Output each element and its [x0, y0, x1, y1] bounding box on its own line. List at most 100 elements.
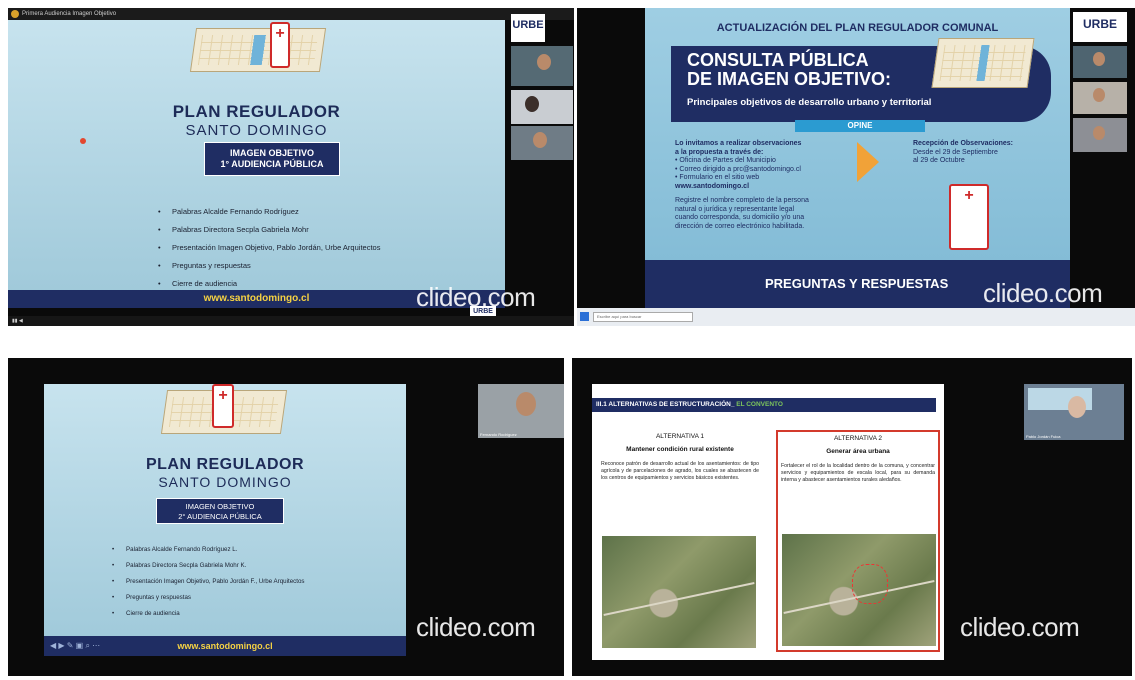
instruction-item: • Formulario en el sitio web	[675, 174, 760, 181]
urban-area-outline	[852, 564, 888, 604]
participant-face	[537, 54, 551, 70]
audience-badge: IMAGEN OBJETIVO 2° AUDIENCIA PÚBLICA	[156, 498, 284, 524]
taskbar: Escribe aquí para buscar	[577, 308, 1135, 326]
participant-name: Pablo Jordán Fuica	[1026, 434, 1061, 439]
participant-face	[1093, 126, 1105, 140]
badge-line-1: IMAGEN OBJETIVO	[185, 502, 255, 511]
urbe-logo: URBE	[511, 14, 545, 42]
instruction-note: Registre el nombre completo de la person…	[675, 197, 809, 204]
video-frame-4: III.1 ALTERNATIVAS DE ESTRUCTURACIÓN_ EL…	[572, 358, 1132, 676]
slide-title: PLAN REGULADOR	[145, 456, 305, 473]
participant-video[interactable]	[1073, 46, 1127, 78]
app-logo-icon	[11, 10, 19, 18]
instruction-item: • Correo dirigido a prc@santodomingo.cl	[675, 165, 801, 173]
urbe-logo: URBE	[1073, 12, 1127, 42]
slide-subtitle: SANTO DOMINGO	[158, 474, 292, 490]
reception-date: al 29 de Octubre	[913, 157, 965, 164]
instruction-note: natural o jurídica y representante legal	[675, 205, 795, 213]
arrow-right-icon	[857, 142, 879, 182]
alternative-title: ALTERNATIVA 1	[655, 433, 705, 440]
slide-title-text: III.1 ALTERNATIVAS DE ESTRUCTURACIÓN_	[596, 401, 735, 408]
participant-face	[516, 392, 536, 416]
alternative-subtitle: Generar área urbana	[826, 448, 890, 455]
presentation-slide: PLAN REGULADOR SANTO DOMINGO IMAGEN OBJE…	[8, 20, 505, 308]
window-title: Primera Audiencia Imagen Objetivo	[22, 11, 117, 17]
badge-line-2: 1° AUDIENCIA PÚBLICA	[220, 159, 324, 169]
badge-line-2: 2° AUDIENCIA PÚBLICA	[178, 512, 262, 521]
agenda-item: Preguntas y respuestas	[158, 257, 380, 275]
participant-face	[525, 96, 539, 112]
municipal-logo-icon	[270, 22, 290, 68]
slide-title: III.1 ALTERNATIVAS DE ESTRUCTURACIÓN_ EL…	[592, 398, 936, 412]
instruction-intro: Lo invitamos a realizar observaciones	[675, 140, 802, 147]
instruction-note: dirección de correo electrónico habilita…	[675, 222, 805, 230]
watermark: clideo.com	[983, 278, 1103, 308]
video-frame-3: PLAN REGULADOR SANTO DOMINGO IMAGEN OBJE…	[8, 358, 564, 676]
satellite-map	[782, 534, 936, 646]
video-frame-2: ACTUALIZACIÓN DEL PLAN REGULADOR COMUNAL…	[577, 8, 1135, 326]
pointer-dot-icon	[80, 138, 86, 144]
map-illustration	[189, 28, 327, 72]
badge-line-1: IMAGEN OBJETIVO	[229, 148, 314, 158]
participant-face	[533, 132, 547, 148]
reception-date: Desde el 29 de Septiembre	[913, 148, 998, 156]
agenda-item: Presentación Imagen Objetivo, Pablo Jord…	[112, 574, 305, 590]
watermark: clideo.com	[960, 612, 1080, 642]
participant-video[interactable]	[1073, 118, 1127, 152]
municipal-logo-icon	[949, 184, 989, 250]
participant-video[interactable]	[511, 90, 573, 124]
taskbar-search-input[interactable]: Escribe aquí para buscar	[593, 312, 693, 322]
agenda-item: Palabras Directora Secpla Gabriela Mohr …	[112, 558, 305, 574]
reception-dates: Recepción de Observaciones: Desde el 29 …	[913, 140, 1053, 166]
participant-name: Fernando Rodríguez	[480, 432, 517, 437]
satellite-map	[602, 536, 756, 648]
slide-subtitle: Principales objetivos de desarrollo urba…	[687, 97, 932, 108]
windows-start-icon[interactable]	[580, 312, 589, 321]
presentation-slide: ACTUALIZACIÓN DEL PLAN REGULADOR COMUNAL…	[645, 8, 1070, 308]
alternative-title: ALTERNATIVA 2	[833, 435, 883, 442]
participant-face	[1093, 52, 1105, 66]
instruction-intro: a la propuesta a través de:	[675, 148, 764, 156]
presentation-slide: III.1 ALTERNATIVAS DE ESTRUCTURACIÓN_ EL…	[592, 384, 944, 660]
audience-badge: IMAGEN OBJETIVO 1° AUDIENCIA PÚBLICA	[204, 142, 340, 176]
agenda-item: Palabras Alcalde Fernando Rodríguez	[158, 203, 380, 221]
municipal-logo-icon	[212, 384, 234, 428]
alternative-subtitle: Mantener condición rural existente	[626, 446, 734, 453]
watermark: clideo.com	[416, 612, 536, 642]
agenda-item: Palabras Alcalde Fernando Rodríguez L.	[112, 542, 305, 558]
agenda-item: Cierre de audiencia	[112, 606, 305, 622]
slide-header: ACTUALIZACIÓN DEL PLAN REGULADOR COMUNAL	[716, 22, 999, 34]
presentation-slide: PLAN REGULADOR SANTO DOMINGO IMAGEN OBJE…	[44, 384, 406, 656]
agenda-list: Palabras Alcalde Fernando Rodríguez L. P…	[112, 542, 305, 622]
participant-video[interactable]	[511, 126, 573, 160]
instruction-item: • Oficina de Partes del Municipio	[675, 157, 776, 164]
alternative-1-card: ALTERNATIVA 1 Mantener condición rural e…	[598, 430, 762, 652]
video-frame-1: Primera Audiencia Imagen Objetivo PLAN R…	[8, 8, 574, 326]
instructions-block: Lo invitamos a realizar observaciones a …	[675, 140, 855, 231]
opine-label: OPINE	[795, 120, 925, 132]
instruction-note: cuando corresponda, su domicilio y/o una	[675, 214, 805, 221]
participant-video[interactable]: Fernando Rodríguez	[478, 384, 564, 438]
agenda-item: Palabras Directora Secpla Gabriela Mohr	[158, 221, 380, 239]
website-url: www.santodomingo.cl	[675, 182, 750, 190]
slide-title: PLAN REGULADOR	[172, 102, 341, 121]
player-controls[interactable]: ▮▮ ◀	[8, 316, 574, 326]
title-line-2: DE IMAGEN OBJETIVO:	[687, 69, 892, 89]
participant-video[interactable]	[511, 46, 573, 86]
alternative-description: Reconoce patrón de desarrollo actual de …	[601, 461, 759, 481]
participant-video[interactable]	[1073, 82, 1127, 114]
alternative-description: Fortalecer el rol de la localidad dentro…	[781, 463, 935, 483]
reception-title: Recepción de Observaciones:	[913, 140, 1013, 147]
title-line-1: CONSULTA PÚBLICA	[687, 50, 869, 70]
slide-title: CONSULTA PÚBLICA DE IMAGEN OBJETIVO:	[687, 51, 891, 89]
play-icon[interactable]: ▮▮ ◀	[12, 318, 23, 324]
map-illustration	[931, 38, 1035, 88]
slideshow-controls[interactable]: ◀ ▶ ✎ ▣ ⌕ ⋯	[50, 641, 100, 651]
window-titlebar: Primera Audiencia Imagen Objetivo	[8, 8, 574, 20]
alternative-2-card: ALTERNATIVA 2 Generar área urbana Fortal…	[776, 430, 940, 652]
slide-subtitle: SANTO DOMINGO	[185, 122, 328, 139]
participant-video[interactable]: Pablo Jordán Fuica	[1024, 384, 1124, 440]
agenda-item: Preguntas y respuestas	[112, 590, 305, 606]
participant-face	[1068, 396, 1086, 418]
slide-title-highlight: EL CONVENTO	[734, 401, 783, 408]
